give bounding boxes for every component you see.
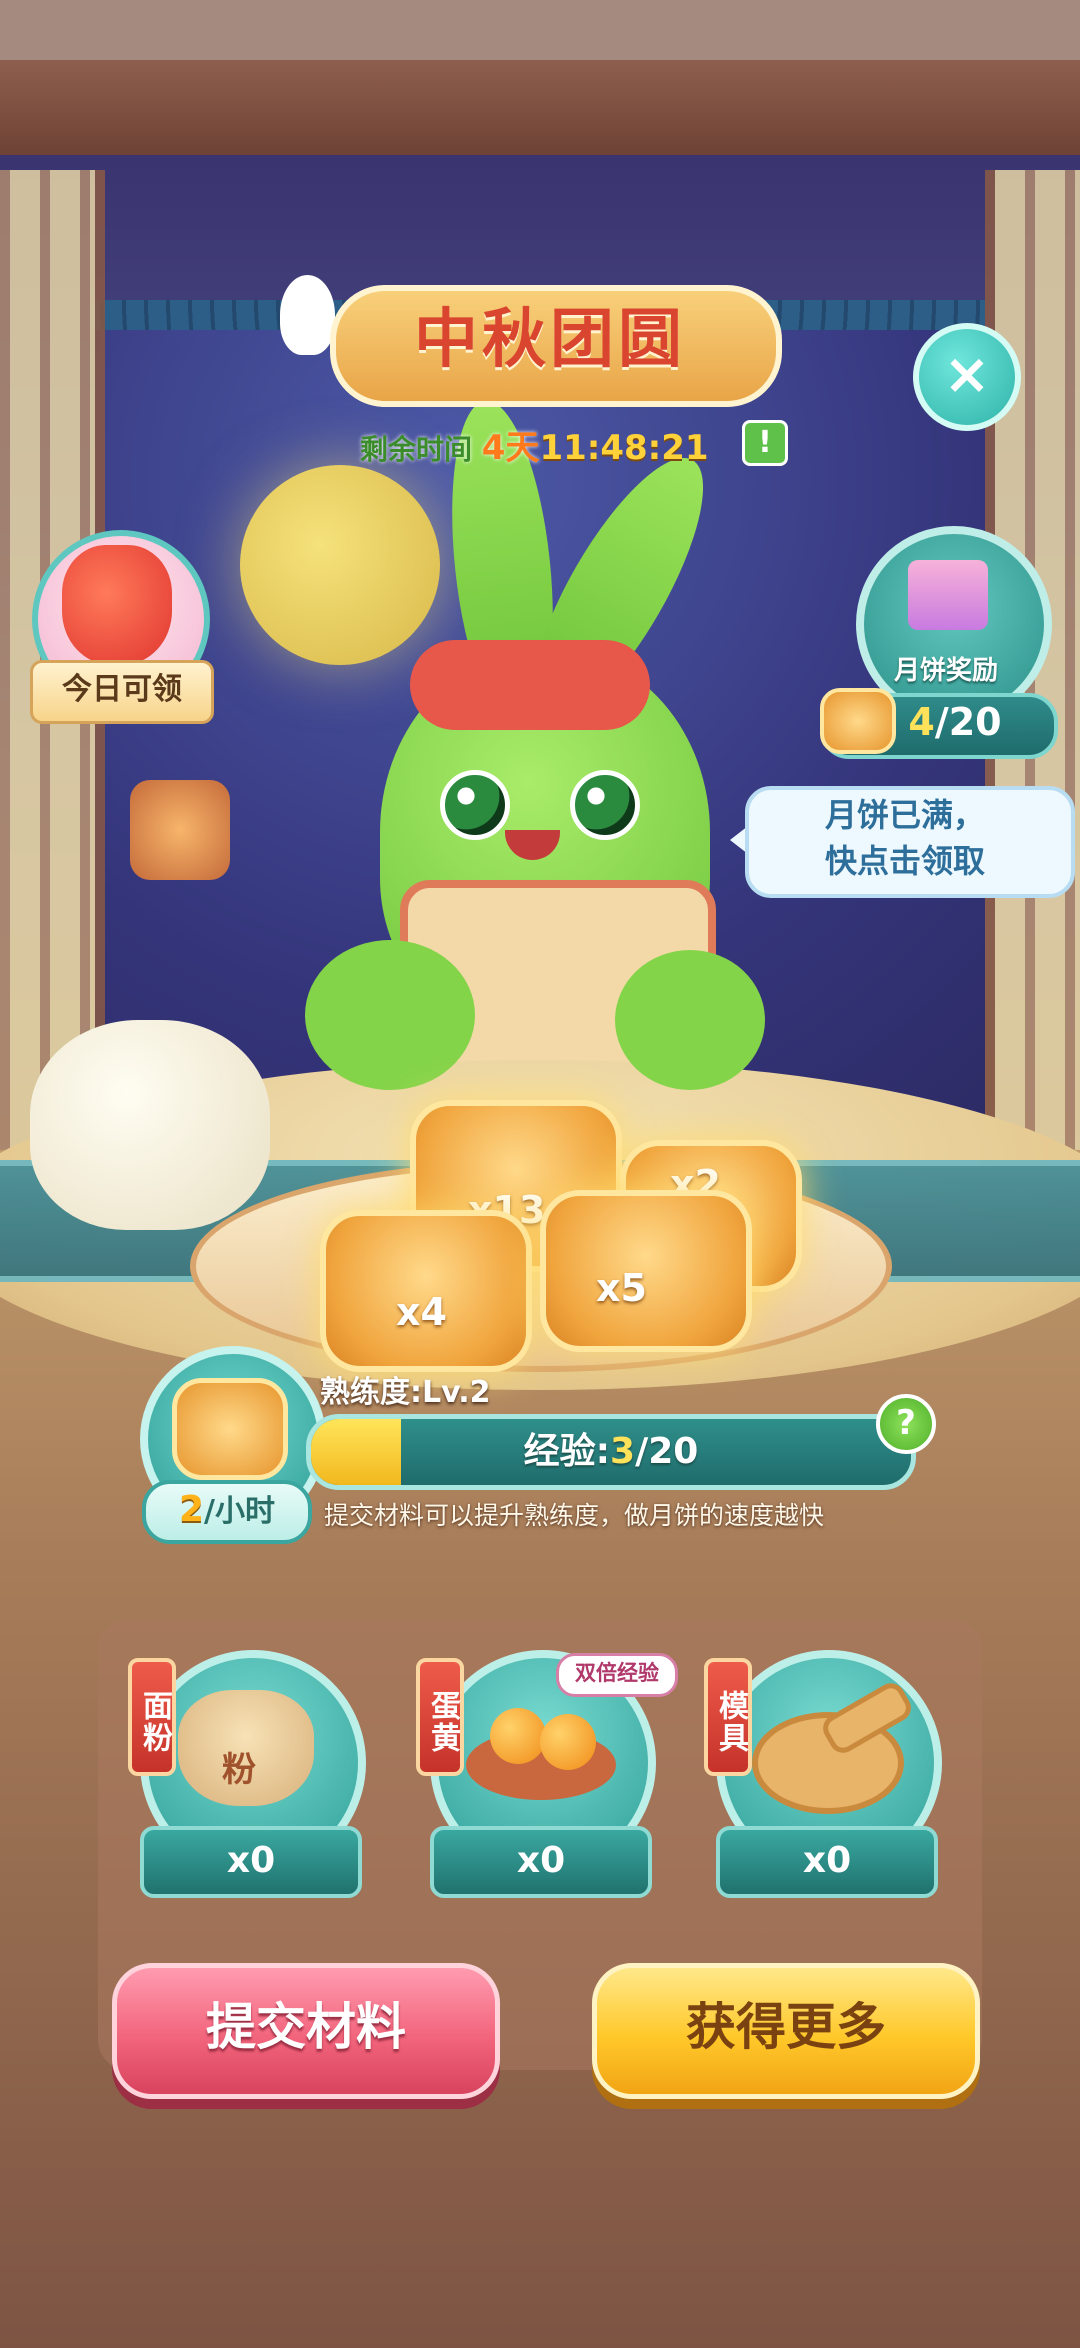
bunny-left-eye [440, 770, 510, 840]
egg-yolk-icon [540, 1714, 596, 1770]
proficiency-hint: 提交材料可以提升熟练度，做月饼的速度越快 [324, 1501, 825, 1530]
material-count: x0 [140, 1826, 362, 1898]
mooncake-count: x5 [596, 1266, 647, 1310]
rabbit-icon [280, 275, 335, 355]
bubble-line-1: 月饼已满， [824, 796, 985, 834]
reward-current: 4 [908, 700, 935, 744]
game-screen: x13 x2 x4 x5 中秋团圆 剩余时间 4天11:48:21 ! × 今日… [0, 0, 1080, 2348]
lantern-icon [130, 780, 230, 880]
bunny-bow [410, 640, 650, 730]
countdown-timer: 剩余时间 4天11:48:21 [360, 420, 709, 468]
bubble-line-2: 快点击领取 [824, 842, 985, 880]
bunny-right-arm [615, 950, 765, 1090]
help-button[interactable]: ? [876, 1394, 936, 1454]
lucky-bag-icon [62, 545, 172, 665]
double-exp-badge: 双倍经验 [556, 1653, 678, 1697]
event-title: 中秋团圆 [414, 303, 686, 377]
mooncake-count: x4 [396, 1290, 447, 1334]
reward-total: /20 [934, 700, 1002, 744]
exp-label: 经验: [523, 1431, 611, 1472]
flour-sack-text: 粉 [222, 1750, 256, 1790]
level-label: 熟练度: [320, 1375, 422, 1410]
roof-beam [0, 60, 1080, 161]
material-tag: 蛋黄 [416, 1658, 464, 1776]
material-count: x0 [716, 1826, 938, 1898]
proficiency-level: 熟练度:Lv.2 [320, 1367, 491, 1411]
exp-text: 经验:3/20 [306, 1414, 916, 1490]
egg-yolk-icon [490, 1708, 546, 1764]
gift-box-icon [908, 560, 988, 630]
flour-sack-icon: 粉 [178, 1690, 314, 1806]
close-button[interactable]: × [913, 323, 1021, 431]
mooncake-reward-count: 4/20 [860, 693, 1050, 751]
mooncake-icon [172, 1378, 288, 1480]
mooncake-reward-label: 月饼奖励 [893, 656, 998, 686]
material-tag: 面粉 [128, 1658, 176, 1776]
bunny-left-arm [305, 940, 475, 1090]
mooncake-stack-4[interactable]: x5 [540, 1190, 752, 1352]
speech-bubble-text: 月饼已满， 快点击领取 [760, 792, 1050, 884]
timer-days: 4天 [481, 428, 540, 468]
submit-materials-button[interactable]: 提交材料 [112, 1963, 500, 2099]
material-count: x0 [430, 1826, 652, 1898]
level-value: Lv.2 [422, 1375, 491, 1410]
get-more-button[interactable]: 获得更多 [592, 1963, 980, 2099]
rate-unit: /小时 [204, 1494, 276, 1529]
exp-total: /20 [635, 1431, 699, 1472]
production-rate: 2/小时 [142, 1480, 312, 1544]
timer-time: 11:48:21 [539, 428, 709, 468]
exp-current: 3 [610, 1431, 636, 1472]
alert-icon[interactable]: ! [742, 420, 788, 466]
material-tag: 模具 [704, 1658, 752, 1776]
timer-label: 剩余时间 [360, 433, 473, 466]
bunny-right-eye [570, 770, 640, 840]
teapot-icon [30, 1020, 270, 1230]
daily-gift-label[interactable]: 今日可领 [30, 660, 214, 724]
mooncake-stack-3[interactable]: x4 [320, 1210, 532, 1372]
top-strip [0, 0, 1080, 60]
full-moon [240, 465, 440, 665]
rate-value: 2 [178, 1489, 205, 1530]
